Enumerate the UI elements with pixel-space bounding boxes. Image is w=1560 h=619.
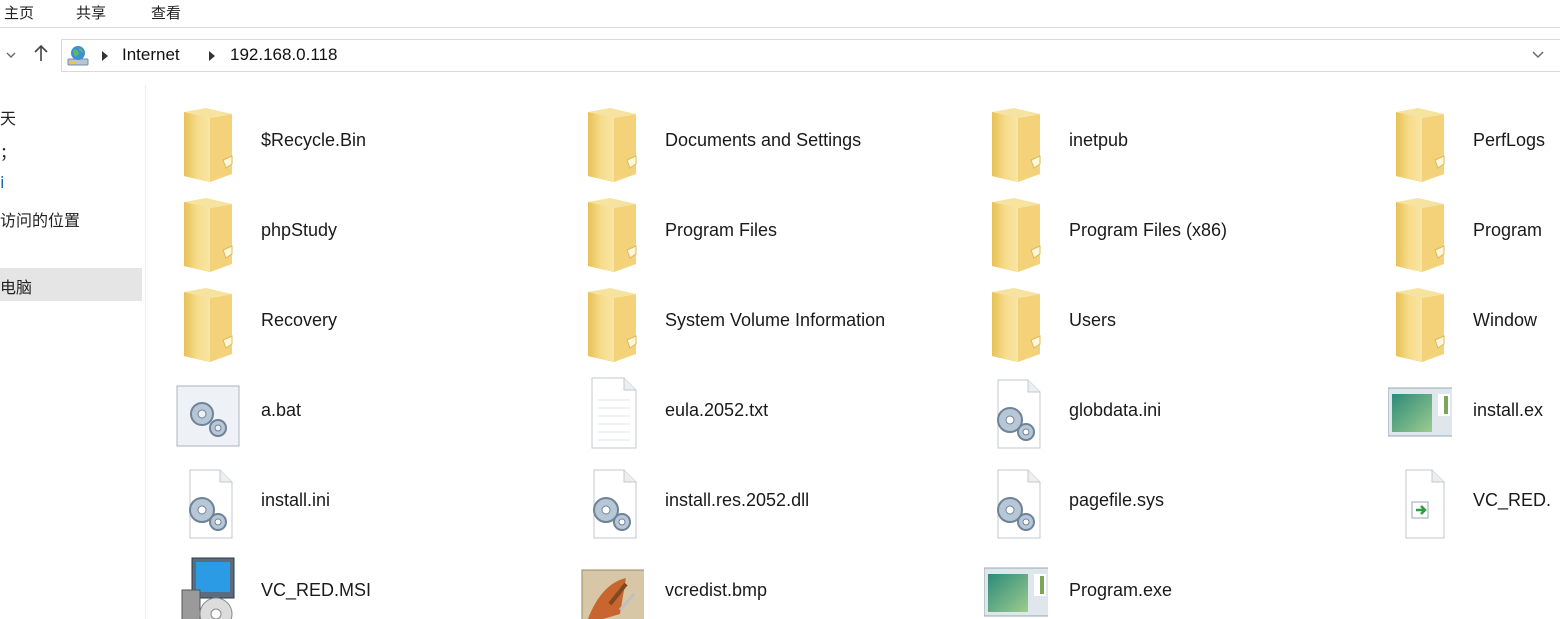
folder-icon: [176, 194, 240, 272]
file-name: eula.2052.txt: [665, 400, 769, 420]
file-item[interactable]: VC_RED.MSI: [146, 542, 550, 619]
file-name: System Volume Information: [665, 310, 886, 330]
folder-icon: [580, 284, 644, 362]
shortcut-file-icon: [1388, 464, 1452, 542]
sidebar-item-recent-places[interactable]: 访问的位置: [0, 207, 80, 231]
file-item[interactable]: Program Files: [550, 182, 954, 272]
file-item[interactable]: Window: [1358, 272, 1560, 362]
folder-icon: [1388, 194, 1452, 272]
file-list: $Recycle.Bin Documents and Settings inetpu…: [146, 85, 1560, 619]
recent-locations-chevron-icon[interactable]: [6, 47, 16, 63]
folder-icon: [580, 194, 644, 272]
navigation-pane: 天 ； i 访问的位置 电脑: [0, 85, 146, 619]
file-item[interactable]: System Volume Information: [550, 272, 954, 362]
file-name: Program Files (x86): [1069, 220, 1228, 240]
file-name: vcredist.bmp: [665, 580, 768, 600]
chevron-down-icon[interactable]: [1532, 47, 1544, 63]
breadcrumb-arrow-icon[interactable]: [102, 51, 108, 61]
folder-icon: [1388, 284, 1452, 362]
sidebar-item-1[interactable]: 天: [0, 105, 16, 129]
file-name: Recovery: [261, 310, 338, 330]
file-name: install.ini: [261, 490, 331, 510]
image-file-icon: [580, 554, 653, 619]
file-item[interactable]: PerfLogs: [1358, 92, 1560, 182]
file-name: install.res.2052.dll: [665, 490, 810, 510]
file-item[interactable]: VC_RED.: [1358, 452, 1560, 540]
sidebar-item-3[interactable]: i: [0, 173, 4, 192]
file-name: Program: [1473, 220, 1543, 240]
file-item[interactable]: globdata.ini: [954, 362, 1358, 450]
tab-view[interactable]: 查看: [151, 2, 181, 23]
folder-icon: [984, 194, 1048, 272]
file-item[interactable]: Program Files (x86): [954, 182, 1358, 272]
breadcrumb-internet[interactable]: Internet: [122, 45, 180, 65]
file-name: $Recycle.Bin: [261, 130, 367, 150]
folder-icon: [1388, 104, 1452, 182]
application-icon: [1387, 374, 1463, 452]
breadcrumb-host[interactable]: 192.168.0.118: [230, 45, 337, 65]
application-icon: [983, 554, 1059, 619]
tab-home[interactable]: 主页: [4, 2, 34, 23]
settings-file-icon: [580, 464, 644, 542]
up-arrow-icon[interactable]: [33, 43, 49, 67]
breadcrumb-arrow-icon[interactable]: [209, 51, 215, 61]
settings-file-icon: [176, 464, 240, 542]
file-name: globdata.ini: [1069, 400, 1162, 420]
network-globe-icon: [66, 44, 90, 68]
file-name: VC_RED.: [1473, 490, 1552, 510]
file-name: VC_RED.MSI: [261, 580, 372, 600]
folder-icon: [176, 284, 240, 362]
file-item[interactable]: inetpub: [954, 92, 1358, 182]
file-item[interactable]: install.ex: [1358, 362, 1560, 450]
file-item[interactable]: eula.2052.txt: [550, 362, 954, 450]
installer-icon: [176, 554, 240, 619]
sidebar-item-label: 电脑: [0, 278, 33, 297]
file-item[interactable]: Recovery: [146, 272, 550, 362]
file-item[interactable]: Program: [1358, 182, 1560, 272]
ribbon-tabs: 主页 共享 查看: [0, 0, 1560, 28]
file-name: install.ex: [1473, 400, 1544, 420]
text-file-icon: [580, 374, 644, 452]
file-item[interactable]: Documents and Settings: [550, 92, 954, 182]
folder-icon: [580, 104, 644, 182]
batch-file-icon: [176, 374, 240, 452]
file-name: Program Files: [665, 220, 778, 240]
file-name: Program.exe: [1069, 580, 1173, 600]
file-item[interactable]: install.ini: [146, 452, 550, 540]
file-name: pagefile.sys: [1069, 490, 1165, 510]
file-item[interactable]: a.bat: [146, 362, 550, 450]
sidebar-item-2[interactable]: ；: [0, 139, 16, 163]
folder-icon: [176, 104, 240, 182]
file-name: inetpub: [1069, 130, 1129, 150]
file-name: Users: [1069, 310, 1117, 330]
file-name: a.bat: [261, 400, 302, 420]
file-item[interactable]: $Recycle.Bin: [146, 92, 550, 182]
file-item[interactable]: phpStudy: [146, 182, 550, 272]
tab-share[interactable]: 共享: [76, 2, 106, 23]
file-item[interactable]: vcredist.bmp: [550, 542, 954, 619]
file-name: phpStudy: [261, 220, 338, 240]
file-name: Window: [1473, 310, 1538, 330]
file-item[interactable]: install.res.2052.dll: [550, 452, 954, 540]
address-bar[interactable]: Internet 192.168.0.118: [61, 39, 1560, 72]
sidebar-item-this-pc[interactable]: 电脑: [0, 268, 142, 301]
settings-file-icon: [984, 464, 1048, 542]
folder-icon: [984, 284, 1048, 362]
file-item[interactable]: Users: [954, 272, 1358, 362]
file-item[interactable]: Program.exe: [954, 542, 1358, 619]
settings-file-icon: [984, 374, 1048, 452]
folder-icon: [984, 104, 1048, 182]
file-name: PerfLogs: [1473, 130, 1546, 150]
file-item[interactable]: pagefile.sys: [954, 452, 1358, 540]
file-name: Documents and Settings: [665, 130, 862, 150]
